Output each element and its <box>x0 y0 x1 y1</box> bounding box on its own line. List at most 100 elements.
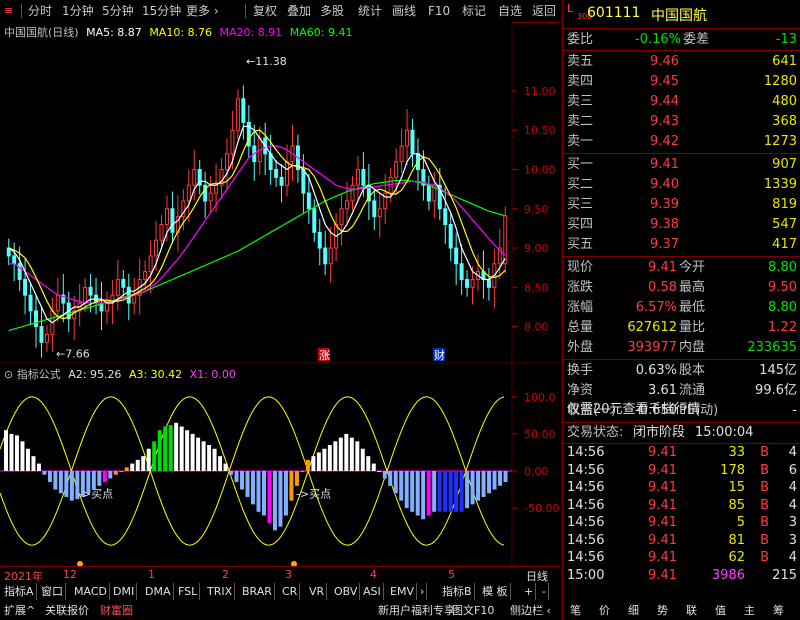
buy-price: 9.40 <box>650 177 679 192</box>
kline-chart[interactable]: 11.00 10.50 10.00 9.50 9.00 8.50 8.00 ←11.38 ←7.… <box>0 22 560 364</box>
footer-link-1[interactable]: 关联报价 <box>45 602 89 619</box>
sell-label: 卖一 <box>567 134 594 149</box>
tab-EMV[interactable]: EMV <box>390 583 417 600</box>
tab-模 板[interactable]: 模 板 <box>482 583 511 600</box>
toolbar-item-2[interactable]: 5分钟 <box>102 3 134 19</box>
indicator-chevron-icon[interactable]: ⊙ <box>4 368 13 381</box>
toolbar-item-5[interactable]: 复权 <box>253 3 277 19</box>
sell-volume: 480 <box>772 94 797 109</box>
indicator-bar <box>459 471 464 512</box>
indicator-bar <box>470 471 475 505</box>
stat2-label: 流通 <box>679 383 706 398</box>
tab-BRAR[interactable]: BRAR <box>242 583 275 600</box>
indicator-axis-label: 0.00 <box>524 465 549 478</box>
tab-指标B[interactable]: 指标B <box>442 583 475 600</box>
tab-MACD[interactable]: MACD <box>74 583 110 600</box>
indicator-title[interactable]: 指标公式 <box>17 368 61 381</box>
cai-marker[interactable]: 财 <box>434 348 445 362</box>
indicator-bar <box>97 471 102 486</box>
toolbar-item-9[interactable]: 画线 <box>392 3 416 19</box>
stat-value: 9.41 <box>648 260 677 275</box>
zhang-marker[interactable]: 涨 <box>319 349 330 362</box>
buy-volume: 819 <box>772 197 797 212</box>
tick-side: B <box>760 480 769 495</box>
tab--[interactable]: - <box>542 583 549 600</box>
tab-窗口[interactable]: 窗口 <box>41 583 66 600</box>
toolbar-item-1[interactable]: 1分钟 <box>62 3 94 19</box>
toolbar-item-3[interactable]: 15分钟 <box>142 3 181 19</box>
tab-+[interactable]: + <box>524 583 537 600</box>
tick-row: 14:56 9.41 81 B 3 <box>563 532 800 550</box>
tick-side: B <box>760 532 769 548</box>
promo-text[interactable]: 仅需20元查看千档行情 <box>567 400 701 420</box>
indicator-bar <box>190 433 195 471</box>
divider <box>563 28 800 29</box>
footer-link-3[interactable]: 新用户福利专享 <box>378 602 455 619</box>
tab-ASI[interactable]: ASI <box>363 583 384 600</box>
indicator-bar <box>36 463 41 471</box>
stat-value: 8.80 <box>768 300 797 315</box>
tab-DMA[interactable]: DMA <box>145 583 174 600</box>
toolbar-item-7[interactable]: 多股 <box>320 3 344 19</box>
tab-VR[interactable]: VR <box>309 583 328 600</box>
buy-row-5: 买五 9.37 417 <box>563 235 800 255</box>
indicator-chart[interactable]: 100.0 50.00 0.00 -50.00 ->买点 ->买点 <box>0 364 560 566</box>
tab-指标A[interactable]: 指标A <box>4 583 37 600</box>
indicator-axis-label: 100.0 <box>524 391 556 404</box>
stat-value: 9.50 <box>768 280 797 295</box>
buy-label: 买二 <box>567 177 594 192</box>
tick-count: 215 <box>772 567 797 583</box>
buy-row-2: 买二 9.40 1339 <box>563 175 800 195</box>
quote-panel: L 300 601111 中国国航 委比 -0.16% 委差 -13 卖五 9.46 641 卖四 9.… <box>562 0 800 620</box>
sell-price: 9.43 <box>650 114 679 129</box>
trade-status-value: 闭市阶段 <box>633 425 686 440</box>
indicator-bar <box>245 471 250 497</box>
indicator-bar <box>4 430 8 471</box>
indicator-bar <box>349 437 354 471</box>
tab-›[interactable]: › <box>420 583 428 600</box>
indicator-bar <box>437 471 442 512</box>
tab-DMI[interactable]: DMI <box>113 583 138 600</box>
toolbar-item-8[interactable]: 统计 <box>358 3 382 19</box>
stat2-value: 0.63% <box>635 363 677 378</box>
toolbar-item-13[interactable]: 返回 <box>532 3 556 19</box>
indicator-bar <box>58 471 63 494</box>
menu-icon[interactable]: ≡ <box>4 3 13 19</box>
price-axis-label: 11.00 <box>524 85 556 98</box>
toolbar-item-12[interactable]: 自选 <box>498 3 522 19</box>
weibi-label: 委比 <box>567 32 594 47</box>
tick-side: B <box>760 550 769 565</box>
footer-link-4[interactable]: 图文F10 <box>452 602 494 619</box>
indicator-bar <box>64 471 69 497</box>
footer-link-2[interactable]: 财富圈 <box>100 602 133 619</box>
toolbar-item-0[interactable]: 分时 <box>28 3 52 19</box>
tick-time: 14:56 <box>567 462 605 478</box>
indicator-bar <box>283 471 288 516</box>
tick-count: 6 <box>788 462 797 478</box>
stat2-value: 145亿 <box>759 363 797 378</box>
price-axis-label: 8.50 <box>524 281 549 294</box>
toolbar-item-4[interactable]: 更多 › <box>186 3 219 19</box>
date-m1: 1 <box>148 568 155 581</box>
stat2-label: 换手 <box>567 363 594 378</box>
toolbar-item-10[interactable]: F10 <box>428 3 450 19</box>
date-m2: 2 <box>222 568 229 581</box>
tab-TRIX[interactable]: TRIX <box>207 583 236 600</box>
indicator-bar <box>168 425 173 471</box>
daily-period-label[interactable]: 日线 <box>526 568 548 584</box>
sell-volume: 368 <box>772 114 797 129</box>
tick-row: 15:00 9.41 3986 215 <box>563 567 800 585</box>
toolbar-item-6[interactable]: 叠加 <box>287 3 311 19</box>
tab-OBV[interactable]: OBV <box>334 583 361 600</box>
footer-link-5[interactable]: 侧边栏 ‹ <box>510 602 551 619</box>
tick-count: 4 <box>788 445 797 460</box>
tab-CR[interactable]: CR <box>282 583 301 600</box>
tick-side: B <box>760 497 769 513</box>
date-axis: 2021年 12 1 2 3 4 5 日线 <box>0 566 560 584</box>
indicator-bar <box>382 471 387 479</box>
promo-row[interactable]: 仅需20元查看千档行情 <box>563 400 800 420</box>
footer-link-0[interactable]: 扩展^ <box>4 602 35 619</box>
toolbar-item-11[interactable]: 标记 <box>462 3 486 19</box>
indicator-bar <box>415 471 420 516</box>
tab-FSL[interactable]: FSL <box>178 583 201 600</box>
